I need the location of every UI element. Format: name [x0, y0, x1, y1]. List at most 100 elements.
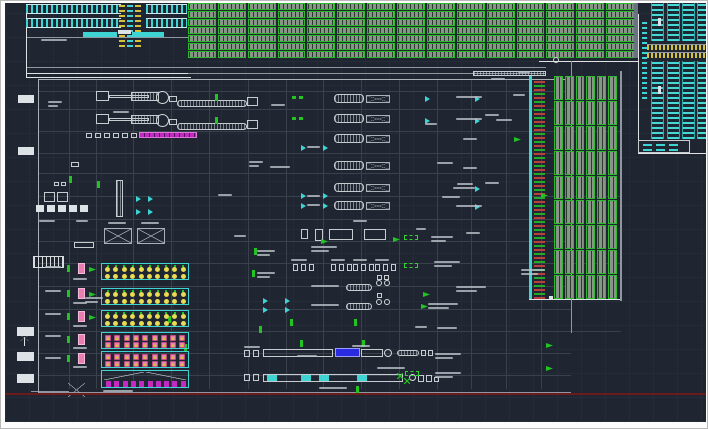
yellow-machine	[113, 274, 118, 279]
cyan-glyph	[301, 203, 306, 209]
yellow-machine	[130, 292, 135, 297]
equipment-outline	[95, 133, 101, 138]
model-space-layer	[5, 3, 706, 422]
pallet-cell	[608, 76, 617, 100]
text-smudge	[463, 138, 477, 140]
equipment-outline	[122, 133, 128, 138]
pallet-cell	[188, 51, 216, 58]
pallet-cell	[487, 43, 515, 50]
grid-line-h	[38, 173, 571, 174]
boundary-line-h	[26, 37, 188, 38]
green-dot	[149, 290, 151, 292]
yellow-machine	[155, 267, 160, 272]
pallet-cell	[218, 3, 246, 10]
equipment-outline	[86, 133, 92, 138]
text-smudge	[456, 96, 482, 98]
text-smudge	[434, 261, 460, 263]
pallet-cell	[397, 3, 425, 10]
green-dot	[157, 290, 159, 292]
green-dot	[140, 265, 142, 267]
green-tick	[356, 386, 359, 393]
gray-strip	[634, 3, 638, 58]
text-smudge	[485, 182, 499, 184]
rack-dash-column	[127, 4, 133, 47]
text-smudge	[270, 166, 290, 168]
yellow-machine	[105, 274, 110, 279]
yellow-machine	[122, 274, 127, 279]
pink-machine-unit	[142, 361, 148, 367]
grid-line-v	[437, 79, 438, 389]
pallet-cell	[367, 51, 395, 58]
hatched-unit	[334, 183, 364, 192]
yellow-machine	[130, 267, 135, 272]
yellow-machine	[105, 321, 110, 326]
pallet-cell	[188, 11, 216, 18]
yellow-machine	[105, 267, 110, 272]
pallet-cell	[427, 19, 455, 26]
green-dot	[165, 265, 167, 267]
text-smudge	[307, 195, 320, 197]
yellow-machine	[122, 314, 127, 319]
equipment-outline	[364, 229, 386, 240]
text-smudge	[431, 236, 453, 238]
text-smudge	[521, 273, 538, 275]
pallet-cell	[248, 19, 276, 26]
pallet-cell	[546, 35, 574, 42]
left-grid-tag	[47, 205, 55, 212]
pink-machine-unit	[161, 335, 167, 341]
left-grid-tag	[17, 374, 34, 383]
magenta-strip	[139, 132, 197, 138]
pallet-cell	[546, 27, 574, 34]
pallet-cell	[597, 200, 606, 224]
yellow-machine	[164, 299, 169, 304]
pallet-cell	[278, 35, 306, 42]
cyan-glyph	[323, 145, 328, 151]
pallet-cell	[597, 275, 606, 299]
left-grid-tag	[36, 205, 44, 212]
pink-machine-unit	[179, 342, 185, 348]
magenta-unit	[156, 381, 161, 387]
hatched-unit	[334, 94, 364, 103]
pallet-cell	[188, 43, 216, 50]
green-dot	[149, 312, 151, 314]
turntable-circle	[376, 299, 382, 305]
pink-machine	[78, 311, 85, 322]
pink-machine-unit	[179, 335, 185, 341]
equipment-outline	[113, 133, 119, 138]
equipment-outline	[331, 264, 336, 271]
pink-machine-unit	[124, 335, 130, 341]
pallet-cell	[457, 19, 485, 26]
pallet-cell	[218, 51, 246, 58]
pallet-cell	[576, 275, 585, 299]
pallet-cell	[517, 3, 545, 10]
equipment-outline	[44, 192, 55, 202]
equipment-outline	[391, 264, 396, 271]
drawing-canvas[interactable]	[5, 3, 706, 422]
green-arrow	[321, 239, 328, 244]
yellow-machine	[122, 299, 127, 304]
yellow-machine	[147, 321, 152, 326]
right-rack-box-cell	[656, 142, 665, 151]
pallet-cell	[307, 51, 335, 58]
green-tick	[67, 265, 70, 272]
text-smudge	[456, 290, 477, 292]
green-tick	[67, 336, 70, 343]
pallet-cell	[608, 151, 617, 175]
turntable-circle	[384, 349, 392, 357]
equipment-outline	[247, 120, 258, 129]
pallet-cell	[457, 35, 485, 42]
pallet-cell	[457, 43, 485, 50]
boundary-line-v	[638, 14, 639, 153]
green-arrow	[89, 315, 96, 320]
cyan-glyph	[263, 307, 268, 313]
text-smudge	[311, 246, 337, 248]
left-grid-tag	[17, 352, 34, 361]
equipment-outline	[361, 264, 366, 271]
magenta-unit	[131, 381, 136, 387]
cyan-glyph	[148, 209, 153, 215]
equipment-outline	[96, 114, 109, 124]
green-tick	[252, 270, 255, 277]
left-grid-tag	[18, 95, 34, 103]
pallet-cell	[427, 35, 455, 42]
pink-machine	[78, 288, 85, 299]
